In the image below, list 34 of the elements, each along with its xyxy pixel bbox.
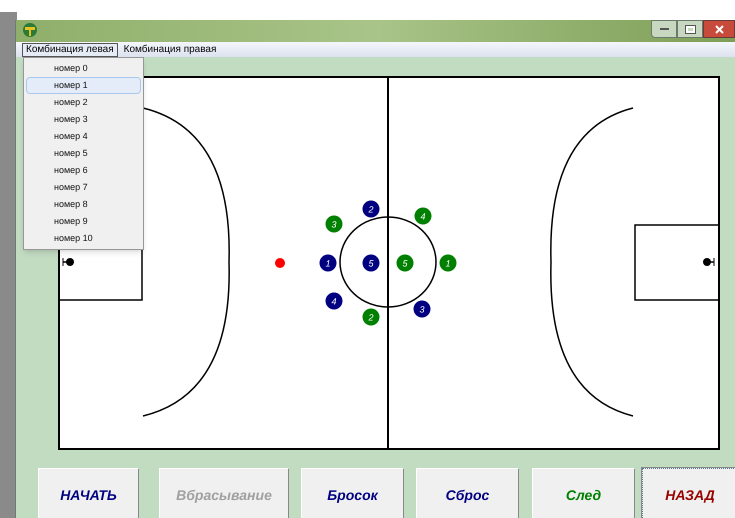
action-button[interactable]: НАЗАД (642, 468, 735, 518)
dropdown-item[interactable]: номер 1 (26, 77, 141, 94)
menu-item[interactable]: Комбинация левая (22, 42, 118, 56)
close-icon (714, 24, 724, 34)
player-token: 2 (362, 200, 380, 218)
player-token: 4 (326, 292, 342, 310)
dropdown-item[interactable]: номер 9 (26, 213, 141, 230)
minimize-button[interactable] (651, 20, 677, 38)
player-token: 1 (440, 254, 456, 272)
app-logo-icon (22, 22, 38, 38)
menu-item[interactable]: Комбинация правая (120, 42, 220, 56)
dropdown-item[interactable]: номер 10 (26, 230, 141, 247)
action-button[interactable]: Сброс (416, 468, 518, 518)
player-token: 5 (362, 254, 380, 272)
player-token: 1 (320, 254, 336, 272)
dropdown-item[interactable]: номер 2 (26, 94, 141, 111)
player-token: 2 (362, 308, 380, 326)
dropdown-item[interactable]: номер 8 (26, 196, 141, 213)
dropdown-item[interactable]: номер 6 (26, 162, 141, 179)
action-button[interactable]: НАЧАТЬ (38, 468, 138, 518)
player-token: 5 (396, 254, 414, 272)
action-button[interactable]: Бросок (301, 468, 403, 518)
dropdown-item[interactable]: номер 7 (26, 179, 141, 196)
action-button[interactable]: След (532, 468, 634, 518)
player-token: 4 (414, 208, 432, 224)
dropdown-item[interactable]: номер 0 (26, 60, 141, 77)
player-token: 3 (326, 216, 342, 232)
ball-icon (275, 258, 285, 268)
dropdown-item[interactable]: номер 5 (26, 145, 141, 162)
close-button[interactable] (703, 20, 735, 38)
dropdown-item[interactable]: номер 3 (26, 111, 141, 128)
dropdown-item[interactable]: номер 4 (26, 128, 141, 145)
maximize-button[interactable] (677, 20, 703, 38)
player-token: 3 (414, 300, 430, 318)
